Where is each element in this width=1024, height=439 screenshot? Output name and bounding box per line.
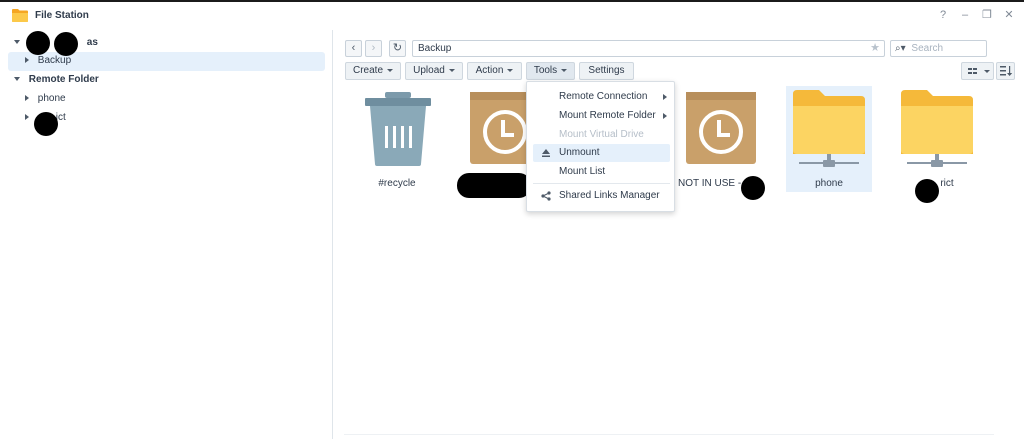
file-item-remote-rict[interactable]: rict	[894, 86, 980, 192]
tools-button[interactable]: Tools	[526, 62, 575, 80]
collapse-arrow-icon[interactable]	[14, 40, 20, 45]
path-bar[interactable]: Backup ★	[412, 40, 885, 57]
search-input[interactable]: ⌕▾ Search	[890, 40, 987, 57]
settings-label: Settings	[588, 65, 625, 76]
menu-item-label: Shared Links Manager	[559, 190, 660, 201]
menu-item-label: Mount Virtual Drive	[559, 129, 644, 140]
tree-item-label: Backup	[37, 55, 72, 66]
search-icon: ⌕▾	[895, 43, 906, 54]
menu-item-shared-links-manager[interactable]: Shared Links Manager	[527, 187, 676, 205]
tree-group-remote-folder[interactable]: Remote Folder	[14, 71, 99, 89]
window-title: File Station	[35, 10, 89, 21]
network-folder-icon	[793, 90, 865, 167]
menu-separator	[533, 183, 670, 184]
tree-item-label: phone	[37, 93, 66, 104]
menu-item-unmount[interactable]: Unmount	[533, 144, 670, 162]
current-path: Backup	[418, 43, 452, 54]
caret-down-icon	[561, 68, 568, 72]
menu-item-mount-remote-folder[interactable]: Mount Remote Folder	[527, 107, 676, 125]
menu-item-label: Mount Remote Folder	[559, 110, 656, 121]
file-item-phone[interactable]: phone	[786, 86, 872, 192]
submenu-arrow-icon	[663, 113, 667, 119]
title-bar: File Station ? – ❐ ✕	[0, 0, 1024, 30]
sort-button[interactable]	[996, 62, 1015, 80]
upload-button[interactable]: Upload	[405, 62, 463, 80]
expand-arrow-icon[interactable]	[25, 95, 29, 102]
back-button[interactable]: ‹	[345, 40, 362, 57]
tools-dropdown-menu: Remote Connection Mount Remote Folder Mo…	[526, 81, 675, 212]
file-item-recycle[interactable]: #recycle	[354, 86, 440, 192]
file-name: rict	[940, 178, 954, 189]
caret-down-icon	[448, 68, 455, 72]
forward-button[interactable]: ›	[365, 40, 382, 57]
search-placeholder: Search	[911, 43, 944, 54]
file-name: #recycle	[378, 178, 416, 189]
eject-icon	[542, 149, 550, 157]
tree-item-phone[interactable]: phone	[25, 90, 66, 108]
menu-item-remote-connection[interactable]: Remote Connection	[527, 88, 676, 106]
menu-item-mount-virtual-drive: Mount Virtual Drive	[527, 126, 676, 144]
redaction-mark	[34, 112, 58, 136]
file-item-not-in-use[interactable]: NOT IN USE -	[678, 86, 764, 192]
file-name: NOT IN USE -	[678, 178, 742, 189]
help-button[interactable]: ?	[936, 8, 950, 22]
menu-item-label: Mount List	[559, 166, 606, 177]
share-icon	[541, 191, 551, 201]
network-folder-icon	[901, 90, 973, 167]
trash-icon	[365, 92, 431, 166]
action-button[interactable]: Action	[467, 62, 522, 80]
file-station-app-icon	[12, 9, 28, 22]
menu-item-label: Remote Connection	[559, 91, 648, 102]
create-label: Create	[352, 65, 383, 76]
expand-arrow-icon[interactable]	[25, 57, 29, 64]
grid-view-icon	[968, 68, 990, 74]
redaction-mark	[54, 32, 78, 56]
file-name: phone	[815, 178, 843, 189]
menu-item-label: Unmount	[559, 147, 600, 158]
tree-group-label: Remote Folder	[28, 74, 99, 85]
favorite-star-icon[interactable]: ★	[870, 41, 880, 56]
settings-button[interactable]: Settings	[579, 62, 634, 80]
backup-package-icon	[686, 92, 756, 164]
caret-down-icon	[387, 68, 393, 72]
expand-arrow-icon[interactable]	[25, 114, 29, 121]
status-divider	[344, 434, 994, 435]
refresh-button[interactable]: ↻	[389, 40, 406, 57]
upload-label: Upload	[413, 65, 445, 76]
minimize-button[interactable]: –	[958, 8, 972, 22]
sort-icon	[1000, 66, 1013, 76]
menu-item-mount-list[interactable]: Mount List	[527, 163, 676, 181]
tree-group-label: as	[86, 37, 98, 48]
view-mode-button[interactable]	[961, 62, 994, 80]
submenu-arrow-icon	[663, 94, 667, 100]
close-button[interactable]: ✕	[1002, 8, 1016, 22]
collapse-arrow-icon[interactable]	[14, 77, 20, 82]
tools-label: Tools	[533, 65, 558, 76]
redaction-mark	[26, 31, 50, 55]
create-button[interactable]: Create	[345, 62, 401, 80]
restore-button[interactable]: ❐	[980, 8, 994, 22]
folder-tree-panel: as Backup Remote Folder phone ict	[0, 30, 333, 439]
caret-down-icon	[507, 68, 514, 72]
action-label: Action	[475, 65, 504, 76]
